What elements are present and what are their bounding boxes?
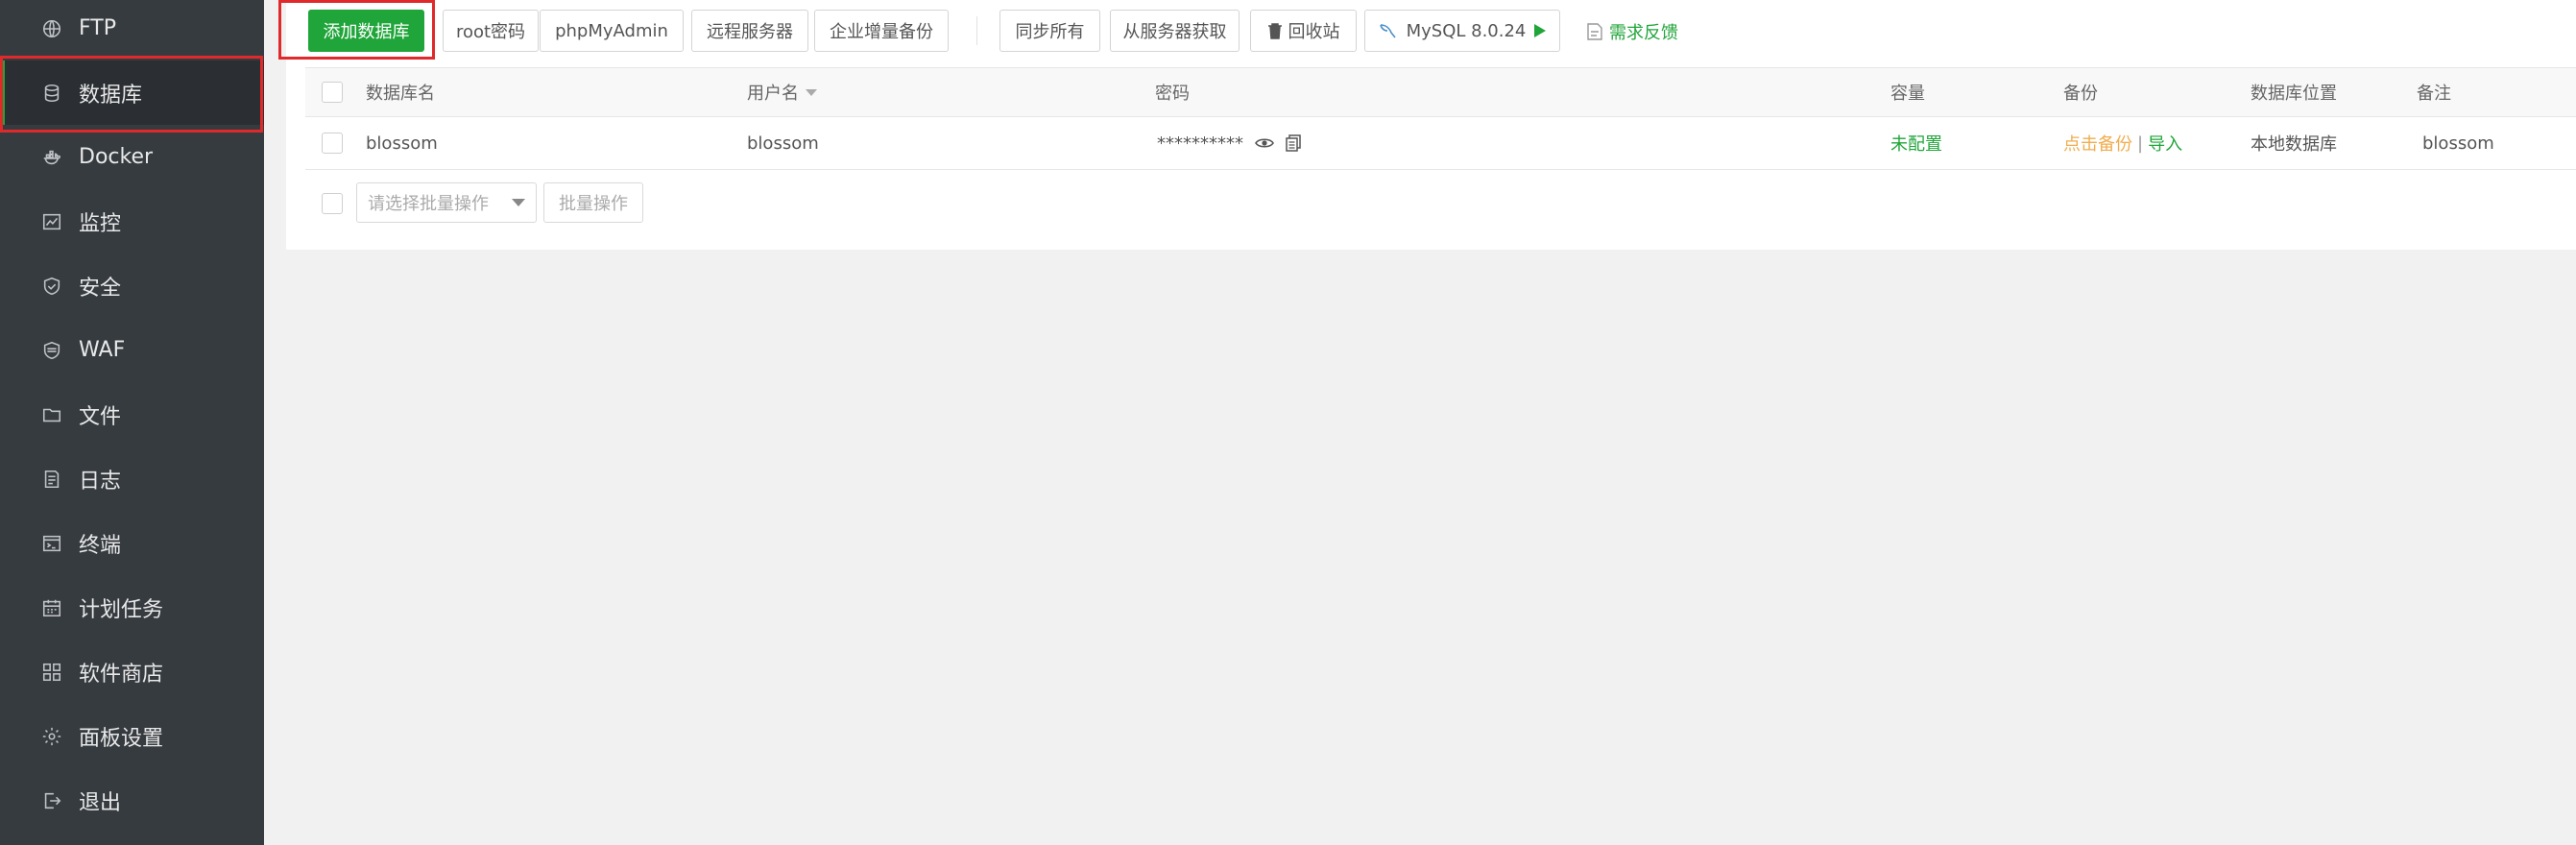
batch-operation-button[interactable]: 批量操作	[543, 182, 643, 223]
sidebar-item-monitor[interactable]: 监控	[0, 189, 264, 254]
sidebar-item-terminal[interactable]: 终端	[0, 511, 264, 575]
sidebar-item-logs[interactable]: 日志	[0, 447, 264, 511]
mysql-version-label: MySQL 8.0.24	[1406, 20, 1527, 41]
sidebar-item-panel-settings[interactable]: 面板设置	[0, 704, 264, 768]
calendar-icon	[40, 596, 63, 619]
folder-icon	[40, 403, 63, 426]
row-capacity[interactable]: 未配置	[1890, 117, 1942, 169]
feedback-link[interactable]: 需求反馈	[1586, 19, 1678, 44]
copy-icon[interactable]	[1286, 134, 1301, 152]
header-remark: 备注	[2417, 84, 2451, 104]
sidebar-item-security[interactable]: 安全	[0, 254, 264, 318]
sidebar-item-waf[interactable]: WAF	[0, 318, 264, 382]
sidebar-item-app-store[interactable]: 软件商店	[0, 640, 264, 704]
sidebar-item-label: 面板设置	[79, 726, 164, 751]
recycle-bin-button[interactable]: 回收站	[1250, 10, 1357, 52]
highlight-box-add-button	[278, 0, 435, 60]
batch-select-checkbox[interactable]	[322, 193, 343, 214]
highlight-box-sidebar	[0, 56, 263, 133]
sidebar-item-label: 安全	[79, 276, 122, 301]
feedback-label: 需求反馈	[1609, 23, 1678, 43]
header-password: 密码	[1155, 84, 1190, 104]
backup-now-link[interactable]: 点击备份	[2063, 131, 2132, 156]
logout-icon	[40, 789, 63, 812]
row-select-cell	[322, 117, 343, 169]
sidebar-item-files[interactable]: 文件	[0, 382, 264, 447]
row-db-name: blossom	[366, 133, 438, 154]
row-backup-cell: 点击备份 | 导入	[2063, 117, 2182, 169]
sync-all-button[interactable]: 同步所有	[999, 10, 1100, 52]
sidebar-item-label: WAF	[79, 338, 126, 362]
log-document-icon	[40, 468, 63, 491]
row-location: 本地数据库	[2251, 134, 2337, 155]
header-location: 数据库位置	[2251, 84, 2337, 104]
backup-separator: |	[2137, 133, 2144, 154]
row-checkbox[interactable]	[322, 133, 343, 154]
incremental-backup-button[interactable]: 企业增量备份	[814, 10, 949, 52]
terminal-icon	[40, 532, 63, 555]
row-password: **********	[1157, 133, 1243, 154]
monitor-chart-icon	[40, 210, 63, 233]
sidebar-item-label: 终端	[79, 533, 122, 558]
header-username-label: 用户名	[747, 84, 799, 104]
toolbar-divider	[976, 16, 977, 45]
sidebar-item-label: 监控	[79, 211, 122, 236]
trash-icon	[1267, 23, 1282, 39]
header-capacity: 容量	[1890, 84, 1925, 104]
eye-icon[interactable]	[1255, 136, 1274, 150]
import-link[interactable]: 导入	[2148, 131, 2182, 156]
sidebar-item-cron[interactable]: 计划任务	[0, 575, 264, 640]
select-all-checkbox[interactable]	[322, 82, 343, 103]
header-backup: 备份	[2063, 84, 2098, 104]
sidebar-item-label: 日志	[79, 469, 122, 494]
shield-check-icon	[40, 275, 63, 298]
sidebar-item-label: 退出	[79, 790, 122, 815]
row-username: blossom	[747, 133, 819, 154]
batch-select-placeholder: 请选择批量操作	[368, 194, 489, 214]
sidebar-item-label: 计划任务	[79, 597, 164, 622]
sidebar-item-label: 文件	[79, 404, 122, 429]
table-header: 数据库名 用户名 密码 容量 备份 数据库位置 备注	[305, 67, 2576, 117]
remote-server-button[interactable]: 远程服务器	[691, 10, 808, 52]
waf-shield-icon	[40, 339, 63, 362]
sort-down-icon	[806, 89, 817, 96]
sidebar-item-docker[interactable]: Docker	[0, 125, 264, 189]
sidebar-item-logout[interactable]: 退出	[0, 768, 264, 833]
play-icon	[1534, 24, 1547, 37]
edit-note-icon	[1587, 23, 1602, 40]
header-name[interactable]: 数据库名	[366, 68, 435, 116]
phpmyadmin-button[interactable]: phpMyAdmin	[540, 10, 684, 52]
fetch-from-server-button[interactable]: 从服务器获取	[1110, 10, 1240, 52]
mysql-dolphin-icon	[1379, 24, 1396, 38]
gear-icon	[40, 725, 63, 748]
batch-operation-select[interactable]: 请选择批量操作	[356, 182, 537, 223]
sidebar-item-label: FTP	[79, 16, 116, 40]
docker-icon	[40, 146, 63, 169]
recycle-bin-label: 回收站	[1288, 22, 1340, 42]
sidebar-item-label: 软件商店	[79, 662, 164, 687]
row-password-cell: **********	[1157, 117, 1301, 169]
select-all-cell	[322, 68, 343, 116]
mysql-version-button[interactable]: MySQL 8.0.24	[1364, 10, 1560, 52]
sidebar-item-label: Docker	[79, 145, 154, 169]
chevron-down-icon	[512, 199, 525, 206]
header-username[interactable]: 用户名	[747, 68, 818, 116]
table-row: blossom blossom ********** 未配置 点击备份 | 导入…	[305, 117, 2576, 170]
globe-icon	[40, 17, 63, 40]
row-remark[interactable]: blossom	[2422, 117, 2494, 169]
grid-apps-icon	[40, 661, 63, 684]
sidebar-item-ftp[interactable]: FTP	[0, 0, 264, 60]
root-password-button[interactable]: root密码	[443, 10, 539, 52]
